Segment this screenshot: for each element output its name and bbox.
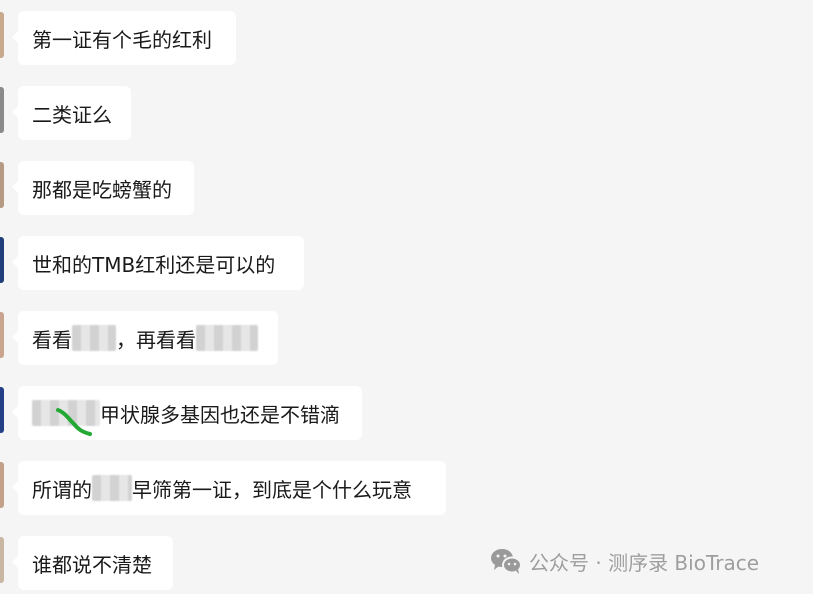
message-text: 二类证么 [32,102,112,127]
avatar[interactable] [0,162,4,208]
message-bubble[interactable]: 那都是吃螃蟹的 [12,161,194,215]
avatar[interactable] [0,387,4,433]
message-bubble[interactable]: 看看 ，再看看 [12,311,278,365]
avatar[interactable] [0,312,4,358]
green-scribble-mark [56,408,92,436]
redacted-text [196,325,258,351]
message-text: 第一证有个毛的红利 [32,27,212,52]
avatar[interactable] [0,537,4,583]
message-bubble[interactable]: 二类证么 [12,86,131,140]
watermark: 公众号 · 测序录 BioTrace [489,544,759,578]
message-text-part: 所谓的 [32,477,92,502]
avatar[interactable] [0,87,4,133]
message-text-part: ，再看看 [116,327,196,352]
avatar[interactable] [0,12,4,58]
message-bubble[interactable]: 所谓的 早筛第一证，到底是个什么玩意 [12,461,446,515]
message-text-part: 看看 [32,327,72,352]
chat-message-list[interactable]: 第一证有个毛的红利 二类证么 那都是吃螃蟹的 世和的TMB红利还是可以的 看看 … [0,0,813,594]
redacted-text [92,475,132,501]
message-text: 世和的TMB红利还是可以的 [32,252,276,277]
message-text: 那都是吃螃蟹的 [32,177,172,202]
wechat-icon [491,549,522,574]
avatar[interactable] [0,237,4,283]
message-text: 谁都说不清楚 [32,552,152,577]
watermark-text: 公众号 · 测序录 BioTrace [529,550,759,575]
message-bubble[interactable]: 谁都说不清楚 [12,536,173,590]
message-text: 甲状腺多基因也还是不错滴 [100,402,340,427]
message-bubble[interactable]: 第一证有个毛的红利 [12,11,236,65]
message-bubble[interactable]: 世和的TMB红利还是可以的 [12,236,304,290]
redacted-text [72,325,116,351]
message-text-part: 早筛第一证，到底是个什么玩意 [132,477,412,502]
avatar[interactable] [0,462,4,508]
